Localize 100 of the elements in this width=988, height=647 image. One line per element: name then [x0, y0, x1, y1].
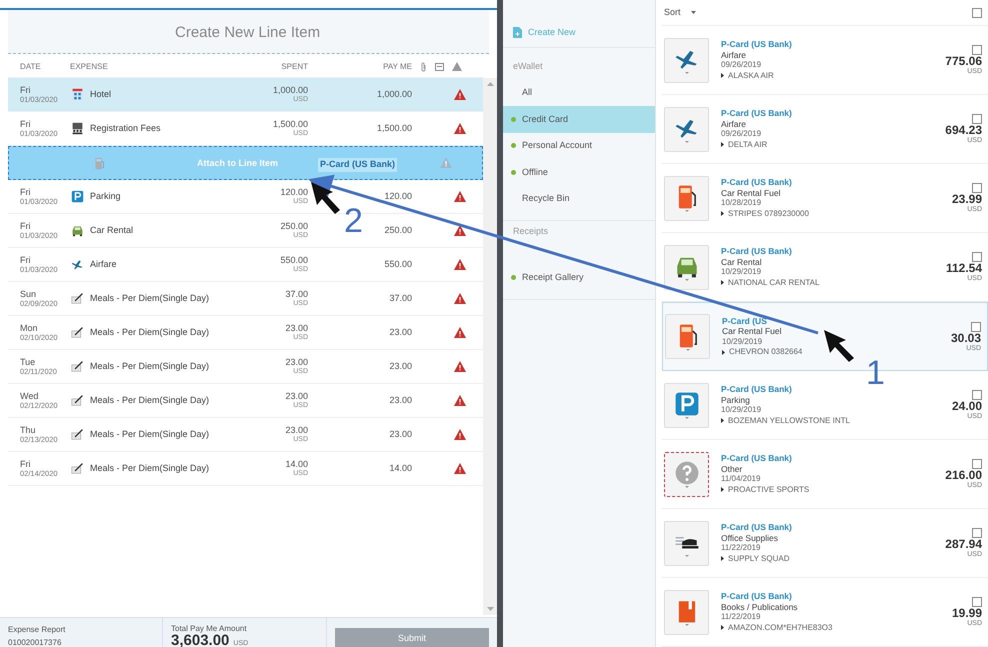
- card-source[interactable]: P-Card (US Bank): [721, 177, 944, 188]
- expand-triangle-icon[interactable]: [721, 73, 724, 78]
- card-category: Other: [721, 464, 744, 474]
- sidebar-label: Credit Card: [522, 112, 568, 126]
- card-date: 10/29/2019: [722, 336, 764, 347]
- receipt-pen-icon: [71, 394, 84, 407]
- pay-me-amount: 37.00: [388, 292, 412, 305]
- expand-triangle-icon[interactable]: [722, 350, 725, 355]
- caret-icon: [684, 72, 688, 74]
- card-checkbox[interactable]: [971, 322, 981, 332]
- column-header: EXPENSE: [69, 60, 109, 72]
- spent-amount: 1,000.00: [272, 84, 308, 94]
- card-category: Car Rental Fuel: [721, 188, 782, 198]
- sidebar-label: Recycle Bin: [522, 192, 570, 205]
- card-category: Books / Publications: [721, 602, 799, 612]
- card-checkbox[interactable]: [972, 390, 982, 400]
- section-title: Receipts: [512, 225, 550, 238]
- expense-name: Hotel: [90, 88, 112, 101]
- spent-amount: 120.00: [280, 186, 308, 196]
- card-source[interactable]: P-Card (US Bank): [721, 246, 938, 256]
- sidebar-label: All: [522, 86, 532, 99]
- expand-triangle-icon[interactable]: [721, 556, 724, 562]
- card-category: Airfare: [721, 50, 748, 60]
- card-category: Office Supplies: [721, 532, 780, 543]
- day-text: Mon: [20, 322, 39, 332]
- select-all-checkbox[interactable]: [972, 8, 982, 18]
- spent-amount: 1,500.00: [272, 118, 308, 128]
- report-number: 010020017376: [8, 637, 62, 647]
- pay-me-amount: 120.00: [383, 190, 412, 203]
- receipt-icon: [435, 62, 444, 70]
- day-text: Fri: [20, 84, 32, 94]
- scroll-down-icon[interactable]: [486, 607, 494, 611]
- expand-triangle-icon[interactable]: [721, 211, 724, 216]
- day-text: Tue: [20, 356, 36, 366]
- expand-triangle-icon[interactable]: [721, 487, 724, 492]
- card-checkbox[interactable]: [972, 252, 982, 262]
- card-merchant: SUPPLY SQUAD: [728, 554, 790, 564]
- expand-triangle-icon[interactable]: [721, 280, 724, 286]
- scrollbar[interactable]: [483, 78, 497, 615]
- expand-triangle-icon[interactable]: [721, 418, 724, 424]
- scroll-up-icon[interactable]: [486, 82, 494, 86]
- card-date: 10/29/2019: [721, 405, 762, 416]
- card-checkbox[interactable]: [972, 597, 982, 607]
- car-icon: [71, 224, 84, 237]
- total-amount: 3,603.00: [171, 635, 230, 647]
- people-icon: [71, 122, 84, 135]
- expand-triangle-icon[interactable]: [721, 142, 724, 148]
- receipt-pen-icon: [71, 360, 84, 373]
- spent-amount: 23.00: [285, 322, 308, 332]
- expense-name: Registration Fees: [90, 122, 161, 135]
- card-checkbox[interactable]: [972, 45, 982, 55]
- section-title: eWallet: [512, 60, 544, 73]
- panel-title: Create New Line Item: [175, 23, 320, 43]
- card-date: 11/22/2019: [721, 612, 762, 622]
- expense-name: Meals - Per Diem(Single Day): [90, 428, 210, 441]
- card-source[interactable]: P-Card (US Bank): [721, 591, 944, 602]
- sidebar-item[interactable]: Credit Card: [503, 106, 655, 132]
- attach-label: Attach to Line Item: [197, 157, 278, 170]
- card-checkbox[interactable]: [972, 114, 982, 124]
- caret-icon: [684, 555, 688, 557]
- sidebar-item[interactable]: Offline: [503, 159, 655, 186]
- card-source[interactable]: P-Card (US Bank): [721, 39, 938, 50]
- day-text: Sun: [20, 288, 38, 298]
- card-date: 11/22/2019: [721, 543, 762, 554]
- receipt-thumbnail[interactable]: [664, 452, 709, 496]
- card-date: 10/29/2019: [721, 267, 762, 278]
- card-source[interactable]: P-Card (US Bank): [721, 453, 938, 464]
- column-header: PAY ME: [382, 60, 412, 72]
- card-category: Parking: [721, 394, 751, 405]
- card-category: Airfare: [721, 118, 748, 129]
- card-date: 09/26/2019: [721, 60, 762, 70]
- card-source[interactable]: P-Card (US Bank): [721, 108, 938, 118]
- card-checkbox[interactable]: [972, 459, 982, 469]
- sidebar-item[interactable]: All: [503, 80, 655, 106]
- pay-me-amount: 23.00: [388, 394, 412, 407]
- sidebar-item[interactable]: Personal Account: [503, 132, 655, 159]
- day-text: Fri: [20, 186, 32, 196]
- card-merchant: NATIONAL CAR RENTAL: [728, 278, 820, 288]
- paperclip-icon: [420, 62, 427, 72]
- day-text: Fri: [20, 458, 32, 468]
- pay-me-amount: 14.00: [388, 462, 412, 475]
- sidebar-item[interactable]: Receipt Gallery: [503, 264, 655, 291]
- column-header: SPENT: [280, 60, 308, 72]
- sort-dropdown[interactable]: Sort: [662, 6, 681, 20]
- cursor-icon: [824, 330, 854, 362]
- card-amount: 775.06: [945, 55, 982, 68]
- expand-triangle-icon[interactable]: [721, 625, 724, 630]
- sidebar-item[interactable]: Recycle Bin: [503, 186, 655, 212]
- card-source[interactable]: P-Card (US Bank): [721, 522, 938, 532]
- spent-amount: 14.00: [285, 458, 308, 468]
- card-date: 11/04/2019: [721, 474, 762, 484]
- card-checkbox[interactable]: [972, 183, 982, 193]
- card-amount: 19.99: [952, 607, 982, 620]
- card-checkbox[interactable]: [972, 528, 982, 538]
- card-merchant: STRIPES 0789230000: [728, 208, 809, 219]
- pay-me-amount: 550.00: [383, 258, 412, 271]
- card-amount: 694.23: [945, 124, 982, 137]
- spent-amount: 23.00: [285, 356, 308, 366]
- card-amount: 24.00: [952, 400, 982, 413]
- sidebar-label: Offline: [522, 166, 548, 178]
